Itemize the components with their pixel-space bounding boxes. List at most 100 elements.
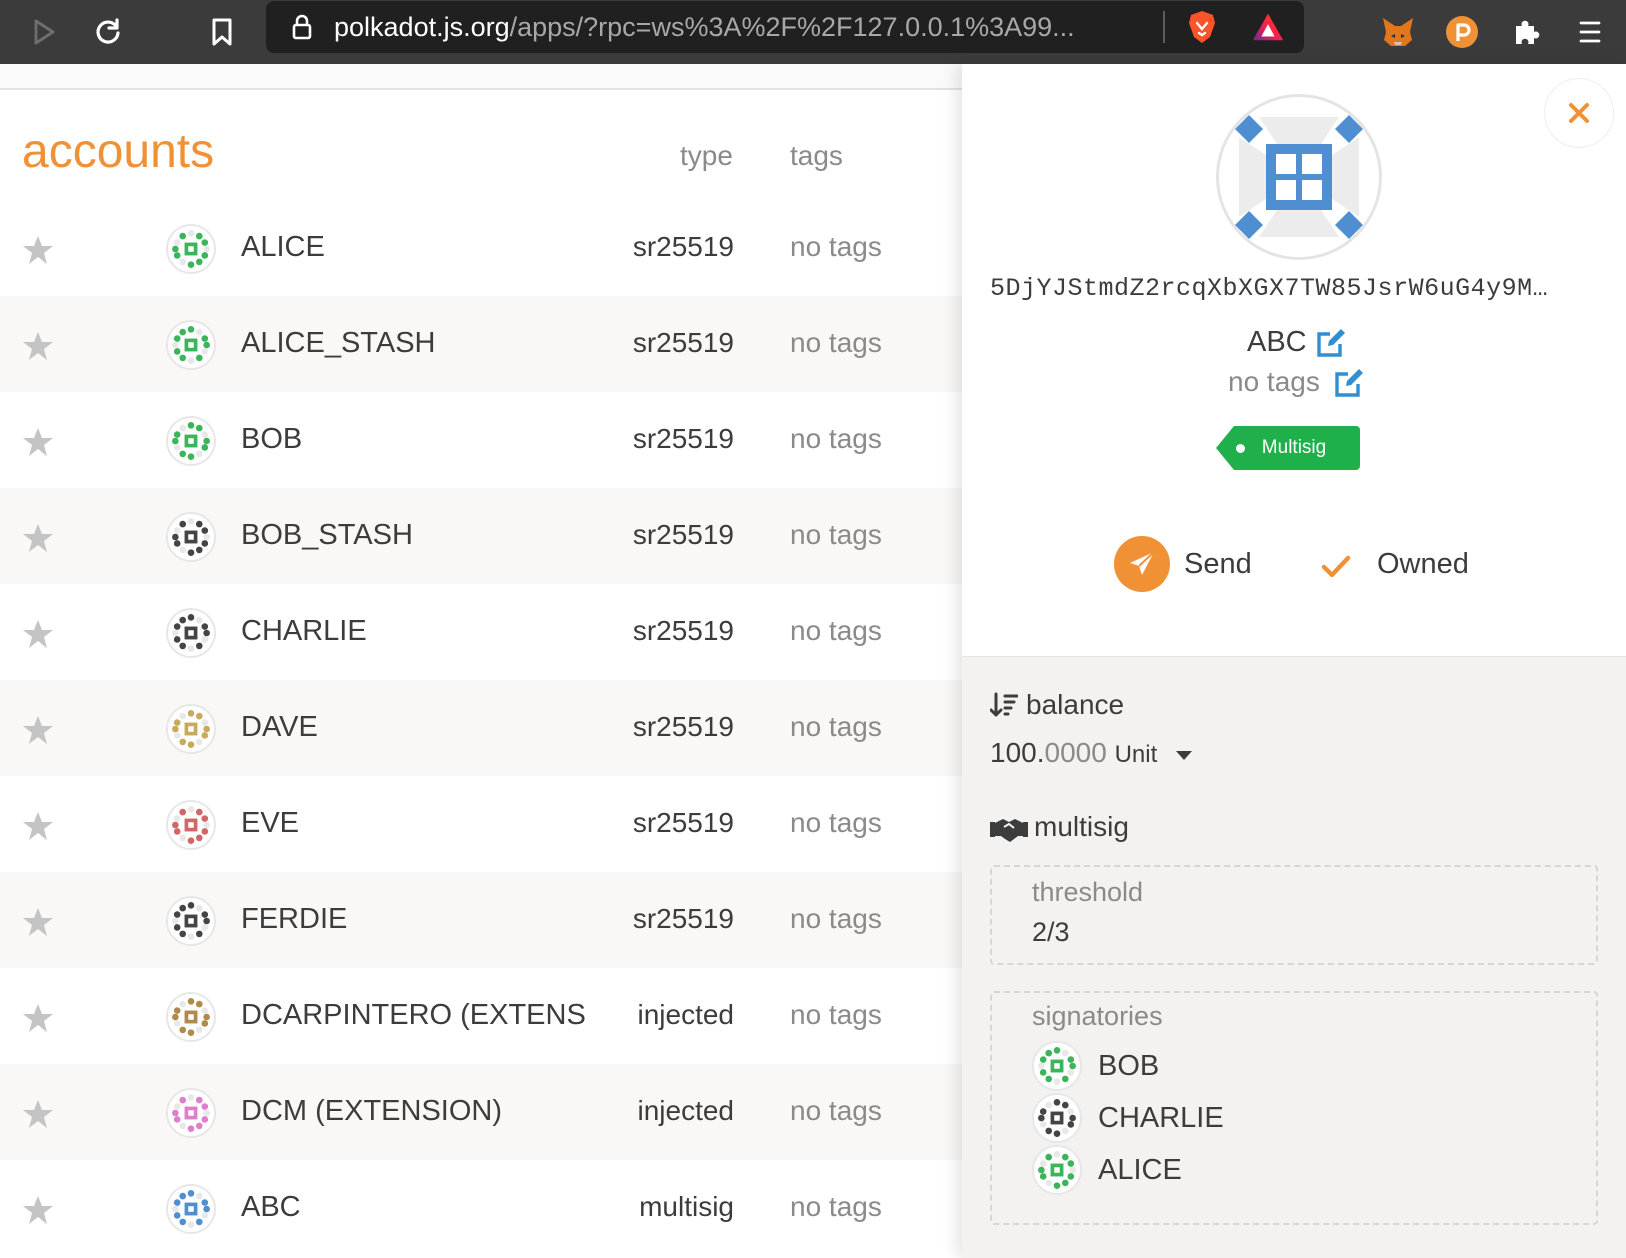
favorite-star-icon[interactable] — [22, 714, 54, 746]
play-icon[interactable] — [26, 14, 62, 50]
eve-identicon[interactable] — [166, 800, 216, 850]
account-type: sr25519 — [632, 423, 734, 454]
favorite-star-icon[interactable] — [22, 1002, 54, 1034]
alice-identicon[interactable] — [1032, 1145, 1082, 1195]
edit-tags-icon[interactable] — [1332, 366, 1366, 400]
account-tags: no tags — [790, 999, 882, 1030]
account-tags: no tags — [790, 423, 882, 454]
charlie-identicon[interactable] — [166, 608, 216, 658]
ferdie-identicon[interactable] — [166, 896, 216, 946]
favorite-star-icon[interactable] — [22, 330, 54, 362]
signatory-item[interactable]: ALICE — [1032, 1145, 1432, 1195]
multisig-badge: Multisig — [1216, 426, 1360, 470]
address-bar[interactable]: polkadot.js.org/apps/?rpc=ws%3A%2F%2F127… — [266, 1, 1304, 53]
charlie-identicon[interactable] — [1032, 1093, 1082, 1143]
favorite-star-icon[interactable] — [22, 906, 54, 938]
abc-identicon[interactable] — [166, 1184, 216, 1234]
dcarpintero-identicon[interactable] — [166, 992, 216, 1042]
table-row[interactable]: FERDIE sr25519 no tags — [0, 872, 962, 968]
account-address[interactable]: 5DjYJStmdZ2rcqXbXGX7TW85JsrW6uG4y9M… — [990, 274, 1548, 303]
table-row[interactable]: BOB_STASH sr25519 no tags — [0, 488, 962, 584]
menu-icon[interactable] — [1572, 14, 1608, 50]
signatory-name: CHARLIE — [1098, 1102, 1224, 1134]
send-button[interactable] — [1114, 536, 1170, 592]
bob-stash-identicon[interactable] — [166, 512, 216, 562]
account-name: BOB — [241, 423, 303, 455]
brave-shields-icon[interactable] — [1184, 9, 1220, 45]
browser-toolbar: polkadot.js.org/apps/?rpc=ws%3A%2F%2F127… — [0, 0, 1626, 64]
signatory-name: BOB — [1098, 1050, 1160, 1082]
balance-dropdown-caret[interactable] — [1176, 751, 1192, 760]
threshold-box: threshold 2/3 — [990, 865, 1598, 965]
threshold-value: 2/3 — [1032, 917, 1070, 947]
extensions-icon[interactable] — [1508, 14, 1544, 50]
account-identicon-large[interactable] — [1216, 94, 1382, 260]
brave-rewards-icon[interactable] — [1250, 9, 1286, 45]
bob-identicon[interactable] — [1032, 1041, 1082, 1091]
favorite-star-icon[interactable] — [22, 1194, 54, 1226]
send-label[interactable]: Send — [1184, 548, 1252, 581]
favorite-star-icon[interactable] — [22, 618, 54, 650]
close-button[interactable] — [1544, 78, 1614, 148]
dcm-identicon[interactable] — [166, 1088, 216, 1138]
bookmark-icon[interactable] — [204, 14, 240, 50]
favorite-star-icon[interactable] — [22, 522, 54, 554]
table-row[interactable]: ABC multisig no tags — [0, 1160, 962, 1256]
account-tags: no tags — [790, 903, 882, 934]
account-name: EVE — [241, 807, 300, 839]
account-tags: no tags — [790, 1191, 882, 1222]
account-type: injected — [637, 1095, 734, 1126]
account-tags: no tags — [790, 231, 882, 262]
badge-label: Multisig — [1261, 437, 1327, 458]
favorite-star-icon[interactable] — [22, 426, 54, 458]
page-title: accounts — [22, 125, 215, 178]
balance-title: balance — [1026, 689, 1125, 720]
favorite-star-icon[interactable] — [22, 1098, 54, 1130]
column-header-type: type — [680, 140, 733, 171]
account-name: DAVE — [241, 711, 318, 743]
table-row[interactable]: ALICE_STASH sr25519 no tags — [0, 296, 962, 392]
account-name: ALICE_STASH — [241, 327, 436, 359]
paper-plane-icon — [1130, 551, 1155, 575]
metamask-icon[interactable] — [1380, 14, 1416, 50]
table-row[interactable]: ALICE sr25519 no tags — [0, 200, 962, 296]
signatory-item[interactable]: BOB — [1032, 1041, 1432, 1091]
account-name: FERDIE — [241, 903, 348, 935]
account-tags: no tags — [790, 807, 882, 838]
polkadot-extension-icon[interactable] — [1444, 14, 1480, 50]
alice-identicon[interactable] — [166, 224, 216, 274]
bob-identicon[interactable] — [166, 416, 216, 466]
close-icon — [1569, 103, 1589, 123]
alice-stash-identicon[interactable] — [166, 320, 216, 370]
account-name: ABC — [241, 1191, 301, 1223]
table-row[interactable]: DCM (EXTENSION) injected no tags — [0, 1064, 962, 1160]
reload-icon[interactable] — [90, 14, 126, 50]
table-row[interactable]: BOB sr25519 no tags — [0, 392, 962, 488]
account-tags: no tags — [1228, 366, 1320, 397]
table-row[interactable]: CHARLIE sr25519 no tags — [0, 584, 962, 680]
account-tags: no tags — [790, 615, 882, 646]
signatory-name: ALICE — [1098, 1154, 1182, 1186]
favorite-star-icon[interactable] — [22, 234, 54, 266]
account-tags: no tags — [790, 1095, 882, 1126]
account-sidebar: 5DjYJStmdZ2rcqXbXGX7TW85JsrW6uG4y9M… ABC… — [962, 64, 1626, 1258]
account-tags: no tags — [790, 711, 882, 742]
lock-icon — [284, 9, 320, 45]
url-separator — [1163, 11, 1165, 43]
badge-dot — [1236, 444, 1245, 453]
threshold-label: threshold — [1032, 877, 1144, 907]
account-type: sr25519 — [632, 615, 734, 646]
dave-identicon[interactable] — [166, 704, 216, 754]
favorite-star-icon[interactable] — [22, 810, 54, 842]
table-row[interactable]: EVE sr25519 no tags — [0, 776, 962, 872]
signatories-label: signatories — [1032, 1001, 1163, 1031]
signatory-item[interactable]: CHARLIE — [1032, 1093, 1432, 1143]
account-name: DCARPINTERO (EXTENS — [241, 999, 586, 1031]
account-type: sr25519 — [632, 231, 734, 262]
edit-name-icon[interactable] — [1314, 326, 1348, 360]
owned-label: Owned — [1377, 548, 1469, 580]
account-name: CHARLIE — [241, 615, 367, 647]
table-row[interactable]: DAVE sr25519 no tags — [0, 680, 962, 776]
check-icon — [1320, 550, 1352, 582]
table-row[interactable]: DCARPINTERO (EXTENS injected no tags — [0, 968, 962, 1064]
